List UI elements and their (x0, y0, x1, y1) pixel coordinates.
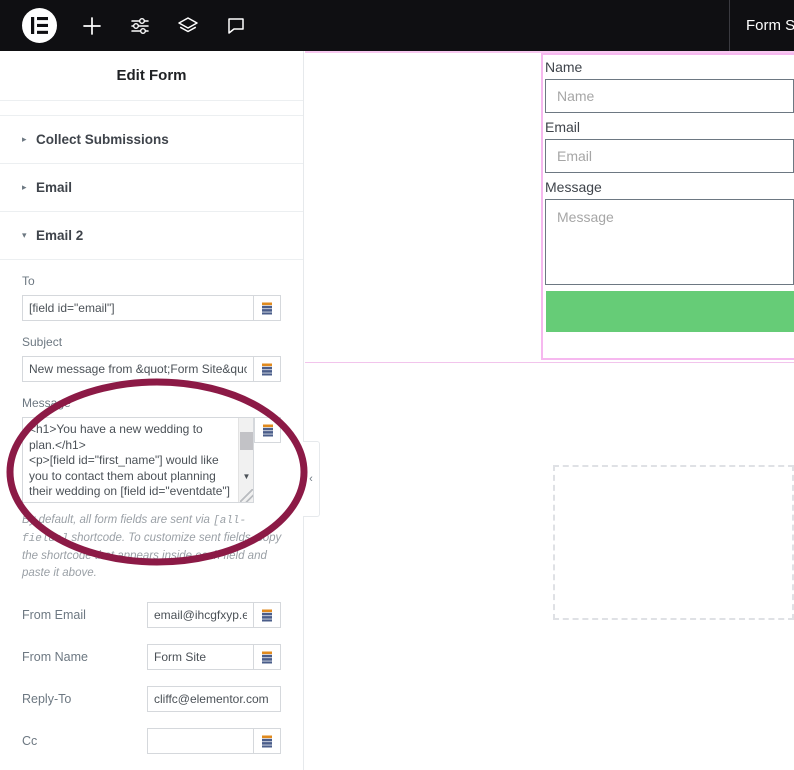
field-message-label: Message (22, 396, 71, 410)
add-element-icon[interactable] (79, 13, 105, 39)
accordion-email[interactable]: ▸ Email (0, 164, 303, 212)
dynamic-tags-database-icon[interactable] (253, 295, 281, 321)
accordion-email-2[interactable]: ▾ Email 2 (0, 212, 303, 260)
field-from-email: From Email (22, 602, 281, 628)
cc-input[interactable] (147, 728, 253, 754)
elementor-logo-icon[interactable] (22, 8, 57, 43)
dynamic-tags-database-icon[interactable] (253, 644, 281, 670)
accordion-collect-submissions[interactable]: ▸ Collect Submissions (0, 116, 303, 164)
layers-navigator-icon[interactable] (175, 13, 201, 39)
field-from-name-label: From Name (22, 650, 88, 664)
panel-collapse-handle[interactable]: ‹ (303, 441, 320, 517)
from-email-input[interactable] (147, 602, 253, 628)
field-cc-label: Cc (22, 734, 38, 748)
field-cc: Cc (22, 728, 281, 754)
preview-name-label: Name (545, 59, 583, 75)
field-from-name: From Name (22, 644, 281, 670)
scrollbar-thumb[interactable] (240, 432, 253, 450)
field-to: To (22, 274, 281, 321)
field-to-label: To (22, 274, 35, 288)
comments-icon[interactable] (223, 13, 249, 39)
to-input[interactable] (22, 295, 253, 321)
preview-name-input[interactable]: Name (545, 79, 794, 113)
message-textarea[interactable]: <h1>You have a new wedding to plan.</h1>… (22, 417, 254, 503)
reply-to-input[interactable] (147, 686, 281, 712)
from-name-input[interactable] (147, 644, 253, 670)
preview-message-label: Message (545, 179, 602, 195)
document-title: Form S (746, 17, 794, 34)
preview-message-textarea[interactable]: Message (545, 199, 794, 285)
accordion-label: Email (36, 180, 73, 195)
resize-grip-icon[interactable] (240, 489, 253, 502)
accordion-label: Email 2 (36, 228, 84, 243)
editor-left-panel: Edit Form ▸ Collect Submissions ▸ Email … (0, 51, 304, 770)
field-subject: Subject (22, 335, 281, 382)
elementor-editor: Form S Edit Form ▸ Collect Submissions ▸… (0, 0, 794, 770)
topbar-divider (729, 0, 730, 51)
settings-sliders-icon[interactable] (127, 13, 153, 39)
form-widget-preview[interactable]: Name Name Email Email Message Message (541, 53, 794, 360)
chevron-right-icon: ▸ (22, 182, 27, 192)
empty-section-placeholder[interactable] (553, 465, 794, 620)
chevron-right-icon: ▸ (22, 134, 27, 144)
topbar-icon-group (0, 8, 249, 43)
panel-tabs-bar (0, 101, 303, 116)
dynamic-tags-database-icon[interactable] (253, 728, 281, 754)
preview-submit-button[interactable] (546, 291, 794, 332)
field-from-email-label: From Email (22, 608, 86, 622)
dynamic-tags-database-icon[interactable] (253, 602, 281, 628)
email2-settings: To Subject (0, 260, 303, 770)
field-subject-label: Subject (22, 335, 63, 349)
editor-topbar: Form S (0, 0, 794, 51)
subject-input[interactable] (22, 356, 253, 382)
chevron-down-icon[interactable]: ▼ (239, 468, 254, 484)
dynamic-tags-database-icon[interactable] (254, 417, 281, 443)
field-message: Message <h1>You have a new wedding to pl… (22, 396, 281, 582)
editor-canvas: Name Name Email Email Message Message (305, 51, 794, 770)
dynamic-tags-database-icon[interactable] (253, 356, 281, 382)
accordion-label: Collect Submissions (36, 132, 169, 147)
preview-email-input[interactable]: Email (545, 139, 794, 173)
panel-title: Edit Form (0, 51, 303, 101)
help-text-part1: By default, all form fields are sent via (22, 514, 214, 526)
message-help-text: By default, all form fields are sent via… (22, 512, 284, 582)
preview-email-label: Email (545, 119, 581, 135)
chevron-down-icon: ▾ (22, 230, 27, 240)
field-reply-to: Reply-To (22, 686, 281, 712)
field-reply-to-label: Reply-To (22, 692, 72, 706)
